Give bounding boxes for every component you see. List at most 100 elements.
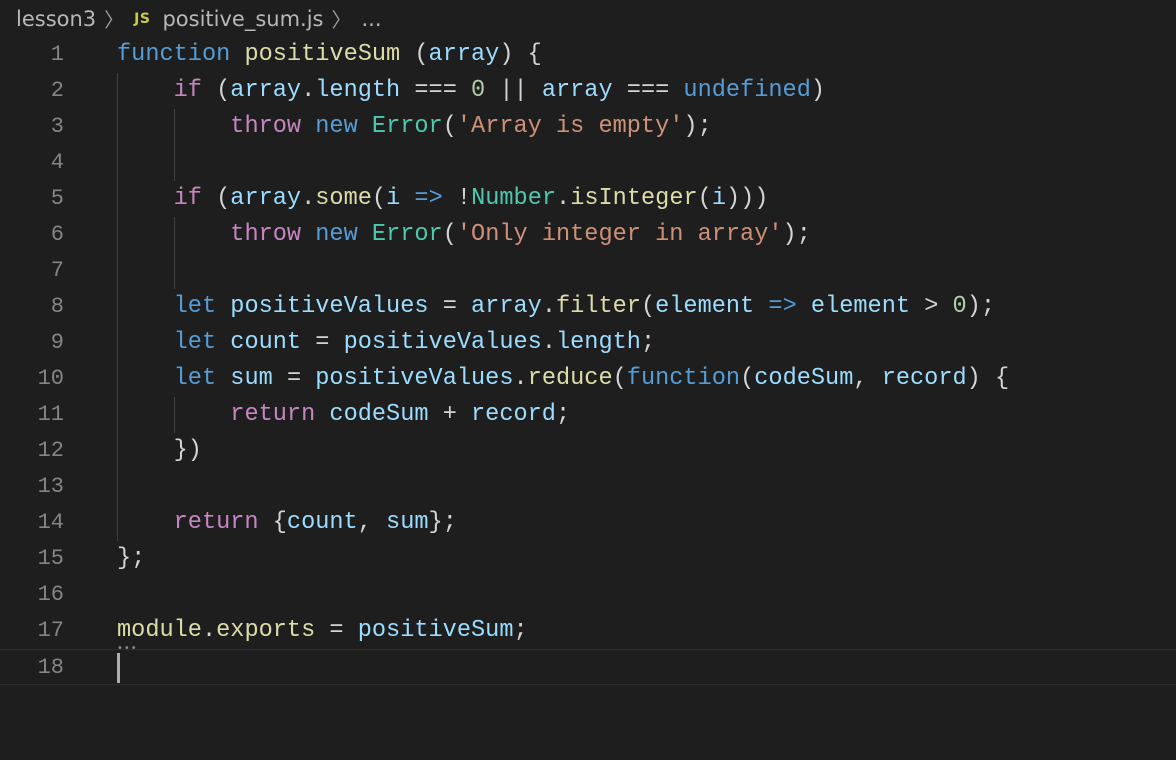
code-token: some	[315, 185, 372, 212]
code-token: positiveValues	[315, 365, 514, 392]
code-token: };	[428, 509, 457, 536]
breadcrumb-file[interactable]: positive_sum.js	[162, 7, 323, 31]
line-number: 12	[37, 438, 64, 463]
code-line[interactable]: 12 })	[0, 433, 1176, 469]
code-token: )	[810, 77, 826, 104]
code-token: if	[173, 185, 202, 212]
code-token: return	[230, 401, 316, 428]
line-number: 2	[50, 78, 64, 103]
code-token: Number	[471, 185, 557, 212]
code-token: function	[117, 41, 231, 68]
code-line[interactable]: 10 let sum = positiveValues.reduce(funct…	[0, 361, 1176, 397]
line-number: 11	[37, 402, 64, 427]
code-token: let	[173, 293, 217, 320]
code-token: (	[640, 293, 656, 320]
code-token: new	[315, 221, 358, 248]
code-token: let	[173, 365, 217, 392]
code-token: length	[555, 329, 641, 356]
code-editor[interactable]: lesson3 〉 JS positive_sum.js 〉 ... 1 func…	[0, 0, 1176, 760]
code-token: =	[272, 365, 316, 392]
code-token: throw	[230, 113, 302, 140]
code-area[interactable]: 1 function positiveSum (array) {2 if (arr…	[0, 37, 1176, 685]
line-number: 1	[50, 42, 64, 67]
code-token: !	[442, 185, 472, 212]
code-token: array	[230, 185, 302, 212]
code-line[interactable]: 8 let positiveValues = array.filter(elem…	[0, 289, 1176, 325]
code-line[interactable]: 15};	[0, 541, 1176, 577]
code-line[interactable]: 11 return codeSum + record;	[0, 397, 1176, 433]
code-token: array	[541, 77, 613, 104]
breadcrumb-folder[interactable]: lesson3	[16, 7, 96, 31]
code-token: .	[301, 185, 316, 212]
code-token: )))	[725, 185, 769, 212]
code-token: sum	[230, 365, 273, 392]
code-line[interactable]: 7	[0, 253, 1176, 289]
code-line[interactable]: 2 if (array.length === 0 || array === un…	[0, 73, 1176, 109]
code-line[interactable]: 4	[0, 145, 1176, 181]
code-token: =	[301, 329, 344, 356]
code-token: (	[612, 365, 627, 392]
code-token: positiveSum	[244, 41, 401, 68]
code-token: .	[201, 617, 217, 644]
code-token: record	[471, 401, 556, 428]
indent-guide	[117, 469, 118, 505]
code-token: (	[400, 41, 429, 68]
code-line[interactable]: 6 throw new Error('Only integer in array…	[0, 217, 1176, 253]
code-token: array	[428, 41, 500, 68]
code-text: let count = positiveValues.length;	[117, 325, 655, 361]
code-text: if (array.length === 0 || array === unde…	[117, 73, 825, 109]
code-token: ;	[555, 401, 571, 428]
code-token: filter	[555, 293, 641, 320]
code-token: .	[541, 329, 556, 356]
code-token: ,	[357, 509, 387, 536]
code-token: array	[471, 293, 542, 320]
breadcrumb-symbols[interactable]: ...	[361, 7, 381, 31]
line-number: 16	[37, 582, 64, 607]
code-token: sum	[386, 509, 429, 536]
code-token: isInteger	[570, 185, 698, 212]
code-token: i	[711, 185, 726, 212]
code-token: Error	[371, 221, 443, 248]
code-token: ) {	[499, 41, 542, 68]
code-token: (	[201, 185, 231, 212]
code-token: new	[315, 113, 358, 140]
line-number: 10	[37, 366, 64, 391]
code-text: module.exports = positiveSum;	[117, 613, 528, 649]
code-line[interactable]: 16	[0, 577, 1176, 613]
code-token: (	[697, 185, 712, 212]
code-token: length	[315, 77, 401, 104]
code-line[interactable]: 14 return {count, sum};	[0, 505, 1176, 541]
code-token: Error	[371, 113, 443, 140]
indent-guide	[173, 253, 175, 289]
code-token: );	[782, 221, 811, 248]
code-line[interactable]: 3 throw new Error('Array is empty');	[0, 109, 1176, 145]
code-token: (	[371, 185, 387, 212]
code-token: element	[655, 293, 755, 320]
line-number: 14	[37, 510, 64, 535]
code-line[interactable]: 18	[0, 649, 1176, 685]
line-number: 6	[50, 222, 64, 247]
code-token: 'Array is empty'	[456, 113, 684, 140]
code-line[interactable]: 5 if (array.some(i => !Number.isInteger(…	[0, 181, 1176, 217]
code-text: let sum = positiveValues.reduce(function…	[117, 361, 1010, 397]
indent-guide	[173, 145, 175, 181]
line-number: 9	[50, 330, 64, 355]
code-line[interactable]: 1 function positiveSum (array) {	[0, 37, 1176, 73]
code-token: count	[286, 509, 358, 536]
code-line[interactable]: 13	[0, 469, 1176, 505]
code-line[interactable]: 9 let count = positiveValues.length;	[0, 325, 1176, 361]
code-line[interactable]: 17 module.exports = positiveSum; •••	[0, 613, 1176, 654]
line-number: 15	[37, 546, 64, 571]
line-number: 3	[50, 114, 64, 139]
line-number: 18	[37, 655, 64, 680]
code-text: let positiveValues = array.filter(elemen…	[117, 289, 995, 325]
